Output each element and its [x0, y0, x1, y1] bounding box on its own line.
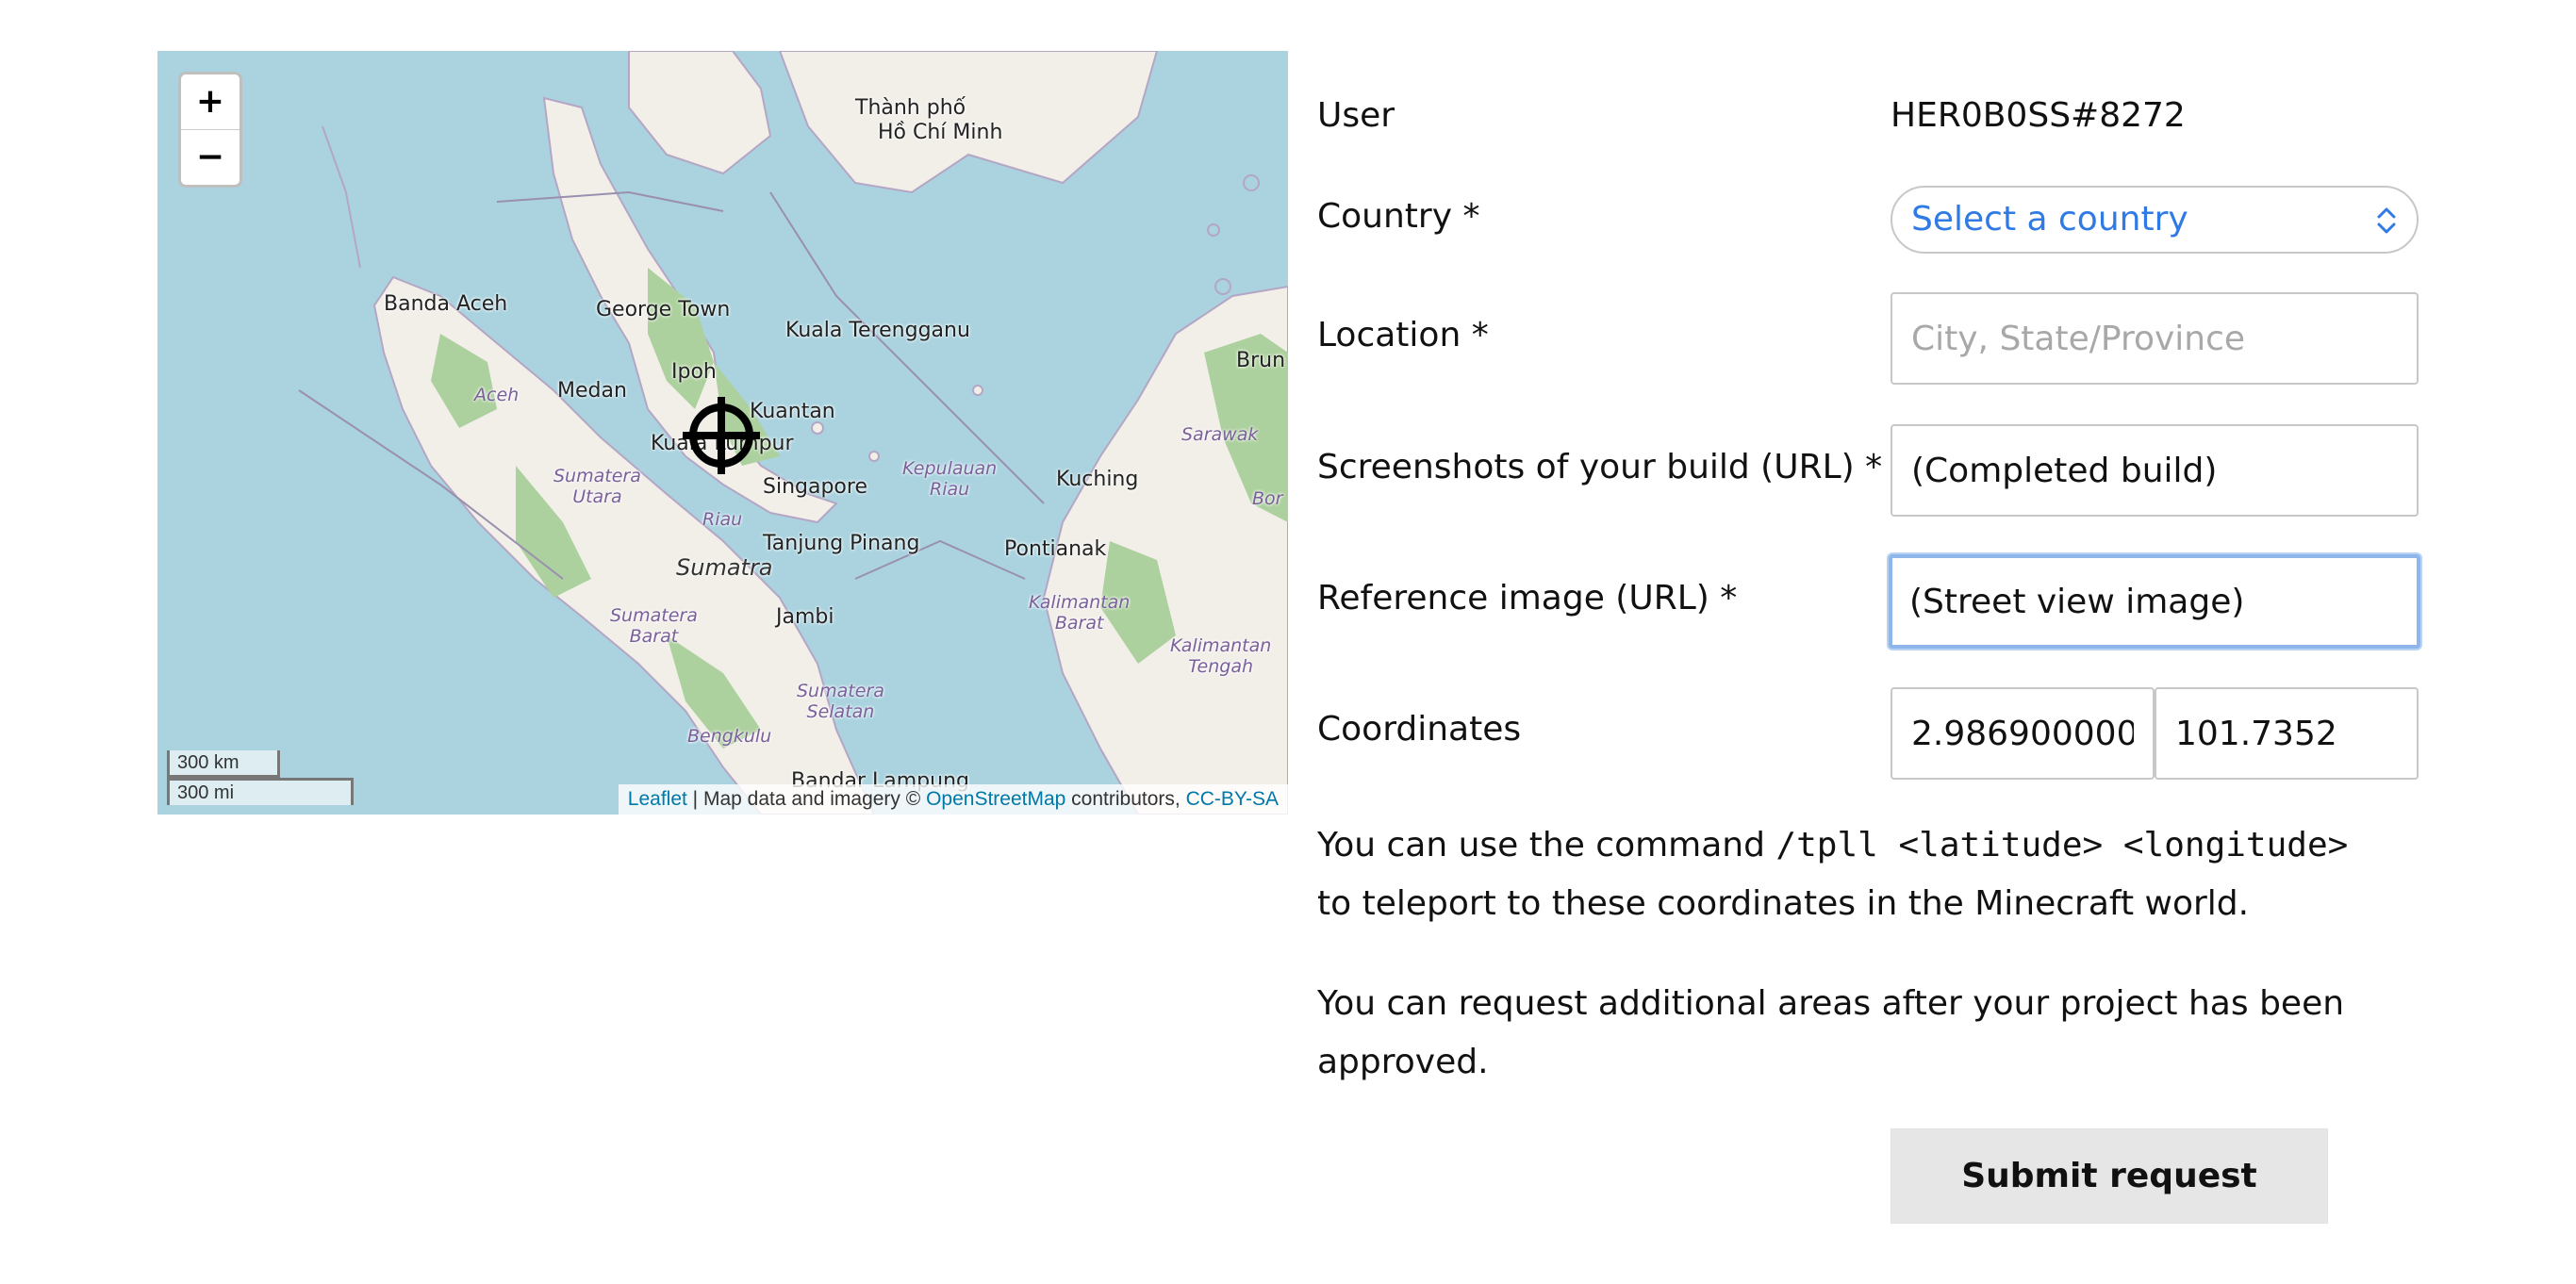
country-select[interactable]: Select a country [1891, 186, 2419, 254]
additional-areas-text: You can request additional areas after y… [1317, 984, 2345, 1081]
map-label-kuantan: Kuantan [750, 400, 835, 423]
reference-image-url-input[interactable] [1889, 554, 2420, 649]
longitude-input[interactable] [2155, 687, 2419, 780]
scale-km: 300 km [167, 750, 280, 778]
map-label-kepulauan-riau: Kepulauan Riau [902, 458, 998, 500]
map-label-kalimantan-barat: Kalimantan Barat [1029, 592, 1131, 634]
zoom-in-button[interactable]: + [181, 74, 239, 130]
map-label-riau: Riau [702, 509, 743, 530]
screenshots-url-input[interactable] [1891, 424, 2419, 517]
help-text-suffix: to teleport to these coordinates in the … [1317, 884, 2250, 923]
map-label-pontianak: Pontianak [1004, 537, 1107, 561]
map-label-jambi: Jambi [776, 605, 834, 629]
map-label-sumatra: Sumatra [676, 554, 773, 581]
map-label-ipoh: Ipoh [671, 360, 717, 384]
map-label-bengkulu: Bengkulu [687, 726, 772, 747]
chevron-up-down-icon [2377, 207, 2396, 234]
screenshots-label: Screenshots of your build (URL) * [1317, 448, 1883, 486]
country-label: Country * [1317, 197, 1480, 236]
map-label-sumatera-utara: Sumatera Utara [553, 466, 641, 507]
crosshair-icon[interactable] [681, 395, 762, 476]
map-label-thanh-pho: Thành phố [855, 96, 966, 120]
attribution-text: | Map data and imagery © [686, 788, 927, 810]
map-label-sumatera-selatan: Sumatera Selatan [797, 681, 884, 722]
map-scale: 300 km 300 mi [167, 750, 354, 805]
map-label-aceh: Aceh [474, 385, 520, 405]
map-attribution: Leaflet | Map data and imagery © OpenStr… [618, 784, 1288, 815]
location-input[interactable] [1891, 292, 2419, 385]
help-command: /tpll <latitude> <longitude> [1775, 826, 2349, 864]
map-view[interactable]: Thành phố Hồ Chí Minh Banda Aceh George … [157, 51, 1288, 815]
license-link[interactable]: CC-BY-SA [1186, 788, 1279, 810]
location-label: Location * [1317, 316, 1489, 354]
user-value: HER0B0SS#8272 [1891, 96, 2186, 135]
zoom-control: + − [178, 72, 242, 188]
map-label-banda-aceh: Banda Aceh [384, 292, 508, 316]
coordinates-help-text: You can use the command /tpll <latitude>… [1317, 816, 2430, 933]
map-label-bor: Bor [1252, 488, 1283, 509]
map-label-sumatera-barat: Sumatera Barat [610, 605, 698, 647]
map-label-brun: Brun [1236, 349, 1286, 372]
map-label-george-town: George Town [596, 298, 731, 321]
page: Thành phố Hồ Chí Minh Banda Aceh George … [0, 0, 2576, 1284]
map-label-singapore: Singapore [763, 475, 867, 499]
submit-request-button[interactable]: Submit request [1891, 1128, 2328, 1224]
zoom-out-button[interactable]: − [181, 130, 239, 185]
attribution-contributors: contributors, [1065, 788, 1186, 810]
map-label-kuala-terengganu: Kuala Terengganu [785, 319, 970, 342]
leaflet-link[interactable]: Leaflet [628, 788, 687, 810]
user-label: User [1317, 96, 1395, 135]
help-text-prefix: You can use the command [1317, 826, 1776, 864]
map-label-medan: Medan [557, 379, 627, 403]
map-label-tanjung-pinang: Tanjung Pinang [763, 532, 920, 555]
map-label-kuching: Kuching [1056, 468, 1139, 491]
openstreetmap-link[interactable]: OpenStreetMap [926, 788, 1065, 810]
country-select-value: Select a country [1911, 200, 2188, 239]
map-label-ho-chi-minh: Hồ Chí Minh [878, 121, 1003, 144]
latitude-input[interactable] [1891, 687, 2155, 780]
map-label-sarawak: Sarawak [1181, 424, 1259, 445]
map-label-kalimantan-tengah: Kalimantan Tengah [1170, 635, 1272, 677]
scale-mi: 300 mi [167, 778, 354, 805]
reference-image-label: Reference image (URL) * [1317, 579, 1738, 617]
coordinates-label: Coordinates [1317, 710, 1522, 749]
